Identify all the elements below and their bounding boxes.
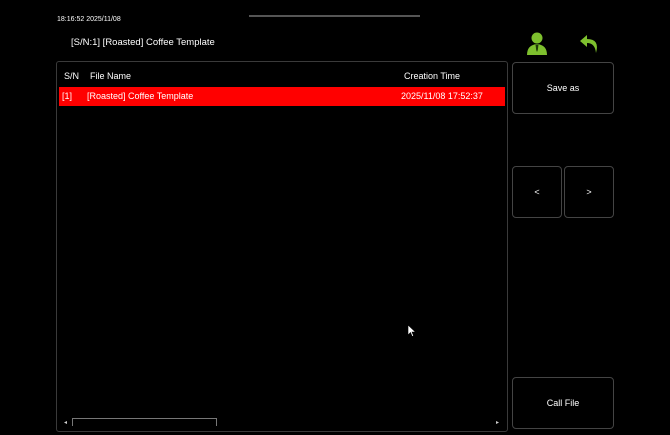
column-header-creation-time: Creation Time xyxy=(404,71,461,81)
row-creation-time: 2025/11/08 17:52:37 xyxy=(401,91,483,101)
horizontal-scrollbar-thumb[interactable] xyxy=(72,418,217,426)
file-list-panel xyxy=(56,61,508,432)
next-page-button[interactable]: > xyxy=(564,166,614,218)
top-divider xyxy=(249,15,420,17)
user-icon xyxy=(527,32,547,55)
column-header-file-name: File Name xyxy=(90,71,132,81)
scroll-right-arrow[interactable]: ▸ xyxy=(496,419,499,426)
table-row-selected[interactable]: [1] [Roasted] Coffee Template 2025/11/08… xyxy=(59,87,505,106)
status-clock: 18:16:52 2025/11/08 xyxy=(57,16,121,23)
scroll-left-arrow[interactable]: ◂ xyxy=(64,419,67,426)
row-sn: [1] xyxy=(62,91,73,101)
user-button[interactable] xyxy=(525,31,549,57)
page-title: [S/N:1] [Roasted] Coffee Template xyxy=(71,37,215,48)
row-file-name: [Roasted] Coffee Template xyxy=(87,91,194,101)
column-header-sn: S/N xyxy=(64,71,80,81)
previous-page-button[interactable]: < xyxy=(512,166,562,218)
call-file-button[interactable]: Call File xyxy=(512,377,614,429)
save-as-button[interactable]: Save as xyxy=(512,62,614,114)
mouse-cursor xyxy=(407,324,417,337)
back-arrow-icon xyxy=(580,35,597,53)
back-button[interactable] xyxy=(578,33,602,55)
